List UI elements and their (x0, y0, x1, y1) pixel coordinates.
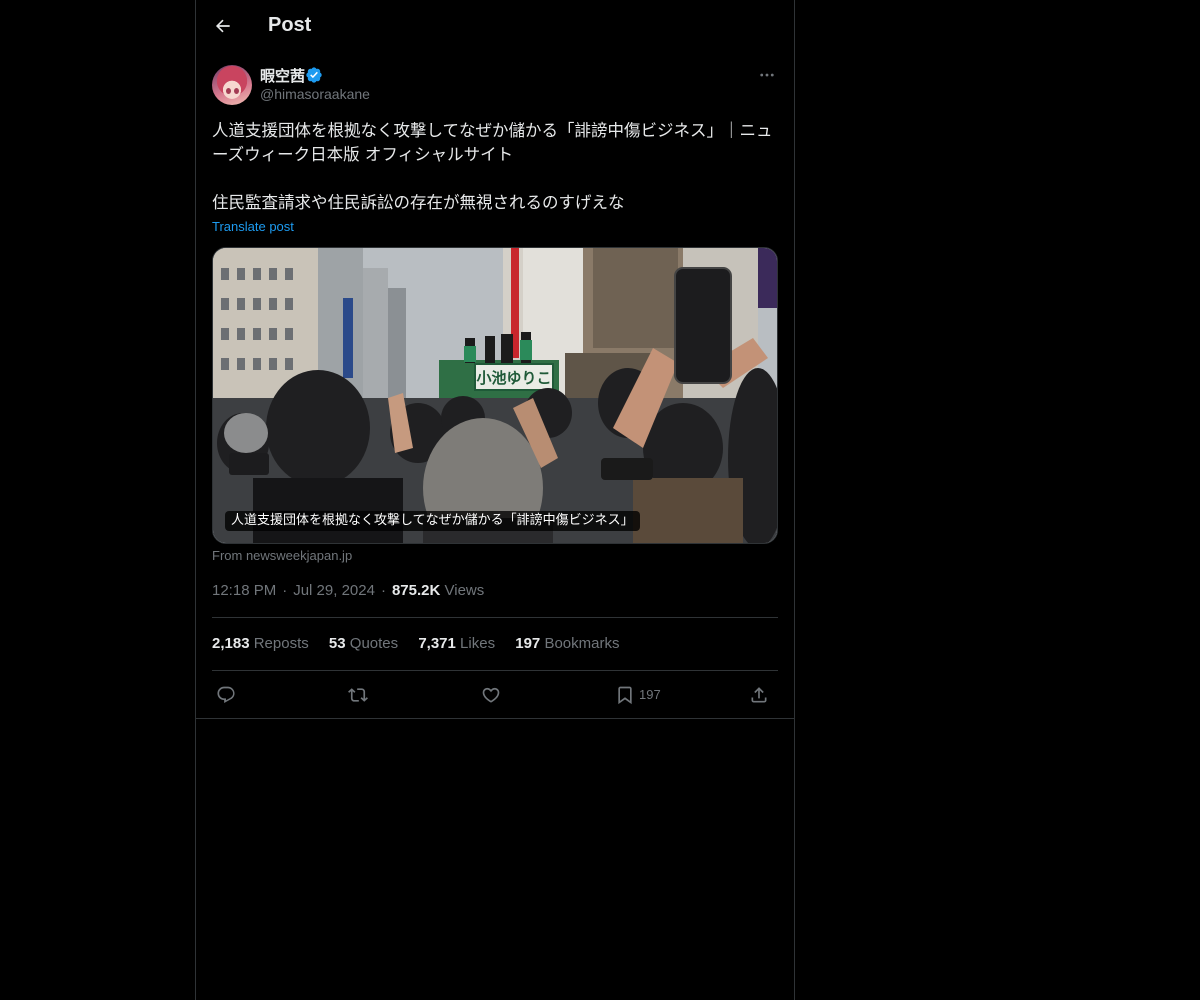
campaign-sign-text: 小池ゆりこ (476, 369, 551, 387)
more-options-button[interactable] (756, 64, 778, 86)
reply-icon (217, 686, 235, 704)
repost-button[interactable] (348, 681, 368, 709)
bookmark-count: 197 (639, 687, 661, 702)
share-button[interactable] (749, 681, 769, 709)
link-card-caption: 人道支援団体を根拠なく攻撃してなぜか儲かる「誹謗中傷ビジネス」 (225, 511, 640, 531)
translate-post-link[interactable]: Translate post (212, 219, 294, 234)
share-icon (751, 687, 767, 703)
bookmarks-stat[interactable]: 197 Bookmarks (515, 635, 619, 652)
repost-icon (348, 688, 368, 702)
action-bar: 197 (212, 681, 778, 711)
like-button[interactable] (481, 681, 501, 709)
views-label: Views (444, 582, 485, 599)
divider (212, 617, 778, 618)
verified-badge-icon (306, 67, 322, 83)
page-title: Post (268, 14, 312, 36)
street-crowd-photo: 小池ゆりこ (213, 248, 777, 543)
link-source[interactable]: From newsweekjapan.jp (212, 548, 352, 563)
divider (196, 718, 794, 719)
bookmark-button[interactable]: 197 (615, 681, 675, 709)
reply-button[interactable] (216, 681, 236, 709)
divider (212, 670, 778, 671)
link-card-image[interactable]: 小池ゆりこ 人道支援団体を根拠なく攻撃してなぜか儲かる「誹謗中傷ビジネス」 (212, 247, 778, 544)
post-text: 人道支援団体を根拠なく攻撃してなぜか儲かる「誹謗中傷ビジネス」｜ニューズウィーク… (212, 121, 773, 212)
author-row: 暇空茜 @himasoraakane (212, 64, 778, 108)
post-date[interactable]: Jul 29, 2024 (293, 582, 375, 599)
like-icon (482, 687, 500, 703)
post-header: Post (196, 0, 794, 54)
arrow-left-icon (215, 19, 230, 33)
engagement-stats: 2,183 Reposts 53 Quotes 7,371 Likes 197 … (212, 635, 635, 652)
post-time[interactable]: 12:18 PM (212, 582, 276, 599)
quotes-stat[interactable]: 53 Quotes (329, 635, 398, 652)
post-metadata: 12:18 PM · Jul 29, 2024 · 875.2K Views (212, 582, 485, 599)
more-dots-icon (760, 73, 774, 77)
author-display-name[interactable]: 暇空茜 (260, 65, 305, 86)
author-handle[interactable]: @himasoraakane (260, 86, 370, 102)
bookmark-icon (618, 686, 632, 705)
post-column: Post 暇空茜 @himasoraakane 人道支援団体を根拠なく攻撃してな… (195, 0, 795, 1000)
reposts-stat[interactable]: 2,183 Reposts (212, 635, 309, 652)
avatar[interactable] (212, 65, 252, 105)
likes-stat[interactable]: 7,371 Likes (418, 635, 495, 652)
back-button[interactable] (210, 13, 236, 39)
views-count: 875.2K (391, 582, 441, 599)
